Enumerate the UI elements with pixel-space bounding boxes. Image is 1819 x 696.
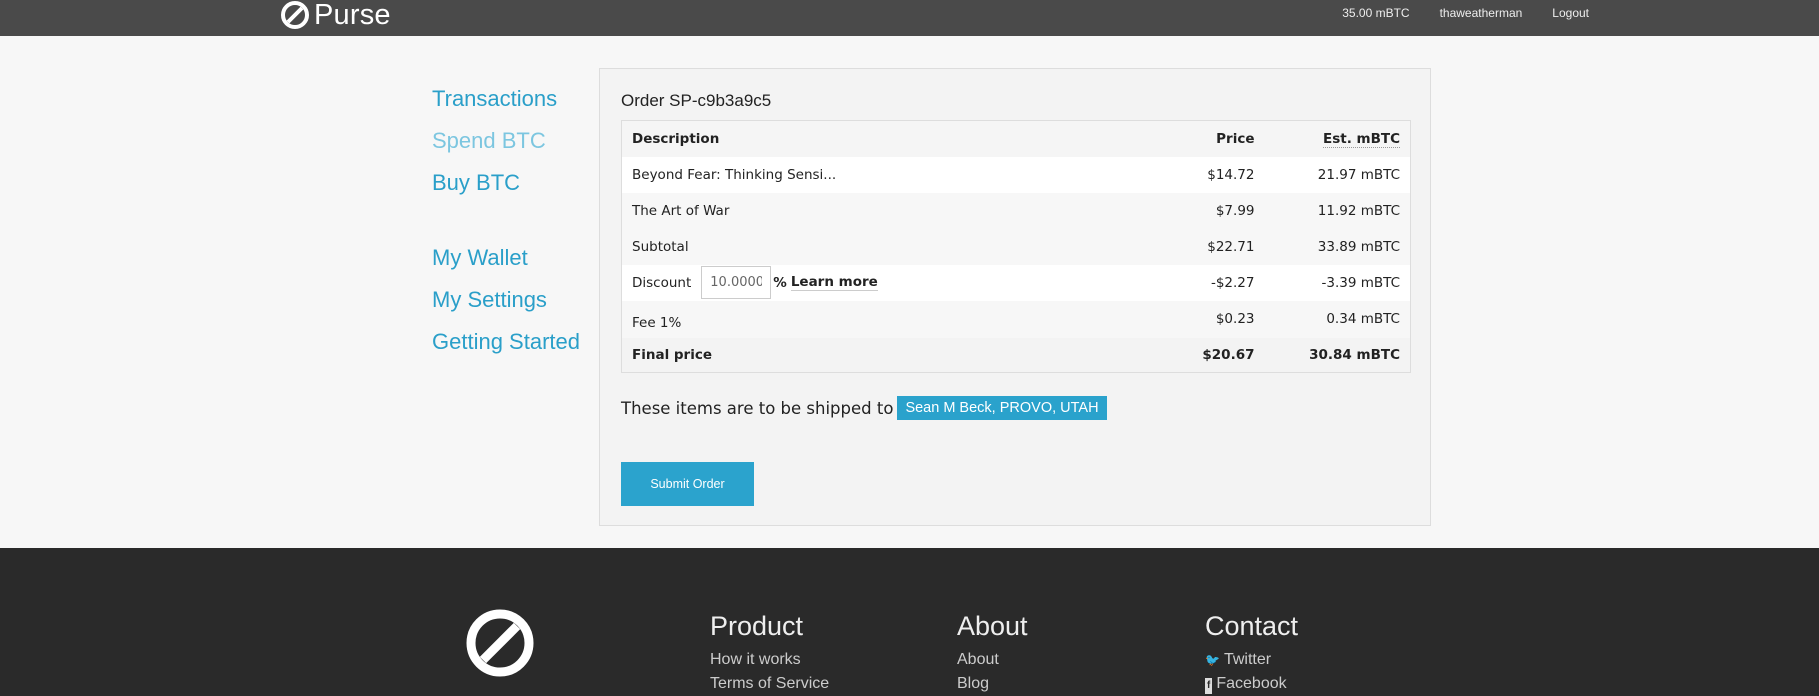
fee-row: Fee 1% $0.23 0.34 mBTC [621, 300, 1411, 338]
footer-contact-column: Contact 🐦 Twitter f Facebook [1205, 608, 1298, 694]
footer-about-column: About About Blog [957, 608, 1028, 692]
shipping-line: These items are to be shipped to Sean M … [621, 396, 1107, 420]
sidebar-item-my-settings[interactable]: My Settings [432, 286, 602, 328]
item-price: $7.99 [1215, 202, 1255, 219]
fee-price: $0.23 [1215, 311, 1255, 327]
shipping-address-badge[interactable]: Sean M Beck, PROVO, UTAH [897, 396, 1107, 420]
sidebar-item-my-wallet[interactable]: My Wallet [432, 244, 602, 286]
footer-link-how-it-works[interactable]: How it works [710, 652, 829, 668]
balance-link[interactable]: 35.00 mBTC [1342, 6, 1409, 20]
final-price-row: Final price $20.67 30.84 mBTC [621, 337, 1411, 373]
table-row: Beyond Fear: Thinking Sensi... $14.72 21… [621, 156, 1411, 193]
discount-label: Discount [632, 274, 692, 291]
item-description: Beyond Fear: Thinking Sensi... [632, 166, 837, 183]
table-row: The Art of War $7.99 11.92 mBTC [621, 192, 1411, 229]
sidebar-item-getting-started[interactable]: Getting Started [432, 328, 602, 370]
footer-product-column: Product How it works Terms of Service [710, 608, 829, 692]
top-navbar: Purse 35.00 mBTC thaweatherman Logout [0, 0, 1819, 36]
percent-sign: % [773, 274, 787, 291]
footer-link-facebook[interactable]: f Facebook [1205, 676, 1298, 694]
twitter-icon: 🐦 [1205, 653, 1220, 667]
item-price: $14.72 [1207, 166, 1255, 183]
logout-link[interactable]: Logout [1552, 6, 1589, 20]
final-btc: 30.84 mBTC [1309, 346, 1400, 363]
footer-product-title: Product [710, 611, 804, 641]
column-header-price: Price [1216, 130, 1255, 147]
discount-btc: -3.39 mBTC [1321, 274, 1400, 291]
column-header-est-mbtc[interactable]: Est. mBTC [1265, 121, 1411, 157]
sidebar-item-spend-btc[interactable]: Spend BTC [432, 127, 602, 169]
subtotal-price: $22.71 [1207, 238, 1255, 255]
order-title: Order SP-c9b3a9c5 [621, 91, 772, 110]
purse-logo-icon [281, 1, 309, 29]
table-header-row: Description Price Est. mBTC [621, 120, 1411, 157]
footer-contact-title: Contact [1205, 611, 1299, 641]
footer-link-about[interactable]: About [957, 652, 1028, 668]
item-description: The Art of War [632, 202, 730, 219]
footer-link-terms[interactable]: Terms of Service [710, 676, 829, 692]
footer: Product How it works Terms of Service Ab… [0, 548, 1819, 696]
learn-more-link[interactable]: Learn more [790, 274, 878, 291]
final-label: Final price [632, 346, 713, 363]
footer-link-twitter[interactable]: 🐦 Twitter [1205, 652, 1298, 668]
discount-input[interactable] [701, 266, 772, 299]
shipping-text: These items are to be shipped to [621, 398, 894, 418]
column-header-description: Description [632, 130, 720, 147]
subtotal-row: Subtotal $22.71 33.89 mBTC [621, 228, 1411, 265]
username-link[interactable]: thaweatherman [1440, 6, 1523, 20]
sidebar-divider [432, 211, 602, 244]
item-btc: 21.97 mBTC [1317, 166, 1400, 183]
discount-row: Discount % Learn more -$2.27 -3.39 mBTC [621, 264, 1411, 301]
fee-label: Fee 1% [632, 315, 682, 331]
subtotal-label: Subtotal [632, 238, 689, 255]
sidebar-item-buy-btc[interactable]: Buy BTC [432, 169, 602, 211]
fee-btc: 0.34 mBTC [1326, 311, 1400, 327]
submit-order-button[interactable]: Submit Order [621, 462, 754, 506]
purse-logo[interactable]: Purse [281, 0, 391, 31]
order-panel: Order SP-c9b3a9c5 Description Price Est.… [599, 68, 1431, 526]
facebook-icon: f [1205, 678, 1213, 694]
brand-name: Purse [314, 0, 391, 31]
order-table: Description Price Est. mBTC Beyond Fear:… [621, 120, 1411, 373]
footer-about-title: About [957, 611, 1028, 641]
final-price: $20.67 [1202, 346, 1255, 363]
item-btc: 11.92 mBTC [1317, 202, 1400, 219]
footer-link-blog[interactable]: Blog [957, 676, 1028, 692]
sidebar-item-transactions[interactable]: Transactions [432, 85, 602, 127]
subtotal-btc: 33.89 mBTC [1317, 238, 1400, 255]
footer-logo-icon [466, 609, 534, 682]
sidebar-nav: Transactions Spend BTC Buy BTC My Wallet… [432, 85, 602, 370]
discount-price: -$2.27 [1210, 274, 1255, 291]
